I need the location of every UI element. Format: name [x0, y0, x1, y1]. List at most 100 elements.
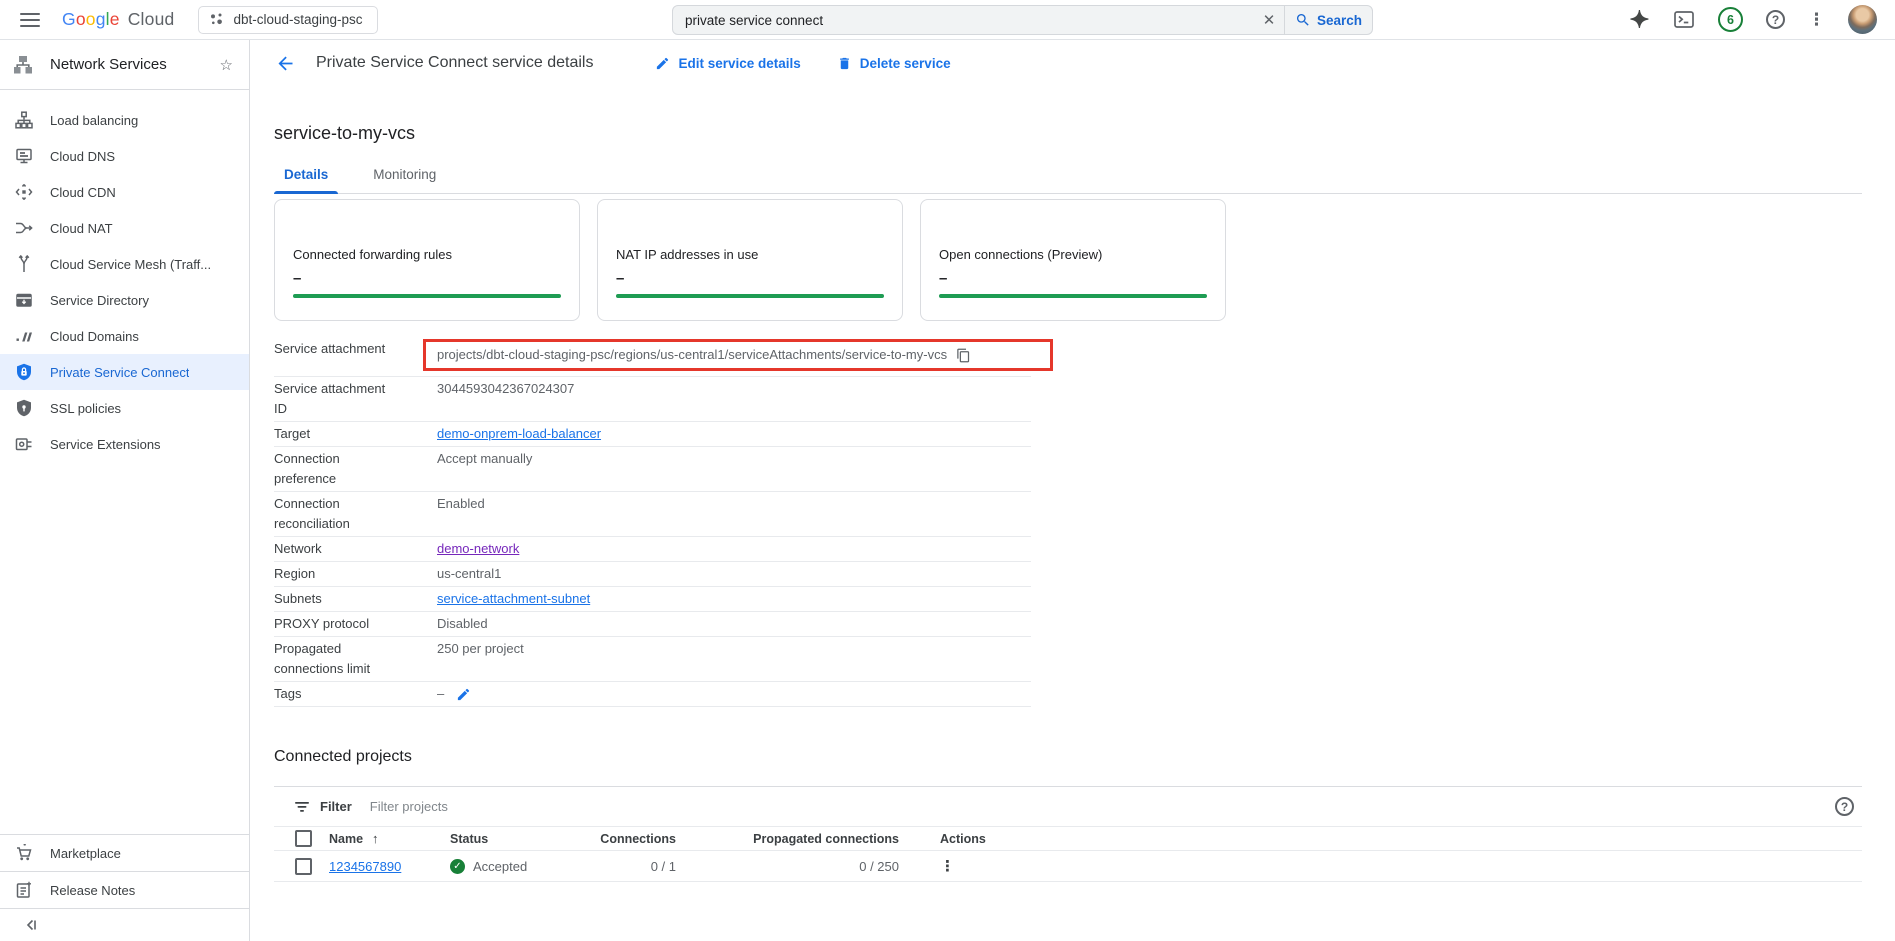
service-directory-icon [14, 291, 33, 310]
more-options-icon[interactable]: ⋮ [1808, 11, 1825, 28]
sidebar-item-service-extensions[interactable]: Service Extensions [0, 426, 249, 462]
sidebar-item-label: Cloud Service Mesh (Traff... [50, 257, 211, 272]
ssl-shield-icon [14, 399, 33, 418]
project-selector[interactable]: dbt-cloud-staging-psc [198, 6, 377, 34]
sidebar-item-private-service-connect[interactable]: Private Service Connect [0, 354, 249, 390]
hamburger-menu-icon[interactable] [20, 13, 40, 27]
tab-details[interactable]: Details [274, 167, 338, 193]
edit-service-button[interactable]: Edit service details [655, 56, 800, 71]
row-actions-menu-icon[interactable]: ⋮ [940, 858, 955, 875]
kv-row-subnets: Subnets service-attachment-subnet [274, 587, 1031, 612]
kv-label: Region [274, 564, 437, 584]
search-button-label: Search [1317, 13, 1362, 28]
sidebar-item-load-balancing[interactable]: Load balancing [0, 102, 249, 138]
topbar-actions: 6 ? ⋮ [1628, 5, 1881, 34]
service-extensions-icon [14, 435, 33, 454]
favorite-star-icon[interactable]: ☆ [220, 56, 233, 74]
sidebar-item-ssl-policies[interactable]: SSL policies [0, 390, 249, 426]
column-header-name[interactable]: Name [329, 832, 363, 846]
sidebar-item-label: Private Service Connect [50, 365, 189, 380]
sidebar-item-service-mesh[interactable]: Cloud Service Mesh (Traff... [0, 246, 249, 282]
card-value: – [939, 270, 1207, 287]
card-sparkline-bar [293, 294, 561, 298]
cloud-nat-icon [14, 219, 33, 238]
sidebar-item-cloud-nat[interactable]: Cloud NAT [0, 210, 249, 246]
connected-projects-toolbar: Filter Filter projects ? [274, 786, 1862, 826]
tags-value: – [437, 684, 444, 704]
edit-service-label: Edit service details [678, 56, 800, 71]
card-label: NAT IP addresses in use [616, 247, 884, 262]
load-balancing-icon [14, 111, 33, 130]
cloud-shell-icon[interactable] [1673, 9, 1695, 31]
project-table-row: 1234567890 ✓ Accepted 0 / 1 0 / 250 ⋮ [274, 851, 1862, 882]
sidebar-item-service-directory[interactable]: Service Directory [0, 282, 249, 318]
cloud-cdn-icon [14, 183, 33, 202]
sidebar: Network Services ☆ Load balancing Cloud … [0, 40, 250, 941]
card-value: – [293, 270, 561, 287]
kv-row-propagated-connections-limit: Propagated connections limit 250 per pro… [274, 637, 1031, 682]
sidebar-item-cloud-dns[interactable]: Cloud DNS [0, 138, 249, 174]
column-header-propagated-connections[interactable]: Propagated connections [676, 832, 899, 846]
search-input[interactable] [673, 13, 1254, 28]
kv-row-connection-reconciliation: Connection reconciliation Enabled [274, 492, 1031, 537]
network-link[interactable]: demo-network [437, 541, 519, 556]
sidebar-item-release-notes[interactable]: Release Notes [0, 871, 249, 908]
search-icon [1295, 12, 1311, 28]
back-arrow-icon[interactable] [274, 52, 296, 74]
column-header-status[interactable]: Status [450, 832, 590, 846]
filter-label[interactable]: Filter [320, 799, 352, 814]
sidebar-item-cloud-domains[interactable]: Cloud Domains [0, 318, 249, 354]
kv-row-proxy-protocol: PROXY protocol Disabled [274, 612, 1031, 637]
search-clear-icon[interactable]: ✕ [1254, 11, 1284, 29]
sidebar-item-label: Load balancing [50, 113, 138, 128]
edit-tags-pencil-icon[interactable] [456, 687, 471, 702]
pencil-icon [655, 56, 670, 71]
delete-service-button[interactable]: Delete service [837, 56, 951, 71]
kv-value: Disabled [437, 614, 488, 634]
kv-label: Subnets [274, 589, 437, 609]
row-checkbox[interactable] [295, 858, 312, 875]
kv-label: Tags [274, 684, 437, 704]
filter-projects-input[interactable]: Filter projects [370, 799, 1835, 814]
service-mesh-icon [14, 255, 33, 274]
card-value: – [616, 270, 884, 287]
cloud-wordmark: Cloud [128, 9, 175, 29]
tab-monitoring[interactable]: Monitoring [363, 167, 446, 193]
kv-row-service-attachment-id: Service attachment ID 304459304236702430… [274, 377, 1031, 422]
page-action-bar: Private Service Connect service details … [250, 40, 1895, 86]
cloud-domains-icon [14, 327, 33, 346]
help-icon[interactable]: ? [1766, 10, 1785, 29]
kv-label: Target [274, 424, 437, 444]
sidebar-collapse-button[interactable] [0, 908, 249, 941]
google-cloud-logo[interactable]: Google Cloud [62, 9, 174, 30]
service-attachment-uri: projects/dbt-cloud-staging-psc/regions/u… [437, 345, 947, 365]
column-header-connections[interactable]: Connections [590, 832, 676, 846]
select-all-checkbox[interactable] [295, 830, 312, 847]
annotation-red-box: projects/dbt-cloud-staging-psc/regions/u… [423, 339, 1053, 371]
subnet-link[interactable]: service-attachment-subnet [437, 591, 590, 606]
sidebar-item-cloud-cdn[interactable]: Cloud CDN [0, 174, 249, 210]
sort-ascending-icon[interactable]: ↑ [372, 831, 379, 846]
search-button[interactable]: Search [1284, 6, 1372, 34]
gemini-icon[interactable] [1628, 9, 1650, 31]
sidebar-item-marketplace[interactable]: Marketplace [0, 834, 249, 871]
kv-value: Accept manually [437, 449, 532, 469]
sidebar-item-label: Release Notes [50, 883, 135, 898]
kv-row-region: Region us-central1 [274, 562, 1031, 587]
release-notes-icon [14, 881, 33, 900]
main-content: Private Service Connect service details … [250, 40, 1895, 941]
kv-label: Connection preference [274, 449, 437, 489]
status-label: Accepted [473, 859, 527, 874]
sidebar-items: Load balancing Cloud DNS Cloud CDN [0, 90, 249, 834]
table-help-icon[interactable]: ? [1835, 797, 1854, 816]
collapse-icon [24, 918, 38, 932]
cloud-dns-icon [14, 147, 33, 166]
project-link[interactable]: 1234567890 [329, 859, 401, 874]
kv-value: us-central1 [437, 564, 501, 584]
notifications-badge[interactable]: 6 [1718, 7, 1743, 32]
service-name-heading: service-to-my-vcs [274, 123, 1862, 144]
details-panel: service-to-my-vcs Details Monitoring Con… [250, 86, 1895, 941]
avatar[interactable] [1848, 5, 1877, 34]
copy-icon[interactable] [956, 348, 971, 363]
target-link[interactable]: demo-onprem-load-balancer [437, 426, 601, 441]
